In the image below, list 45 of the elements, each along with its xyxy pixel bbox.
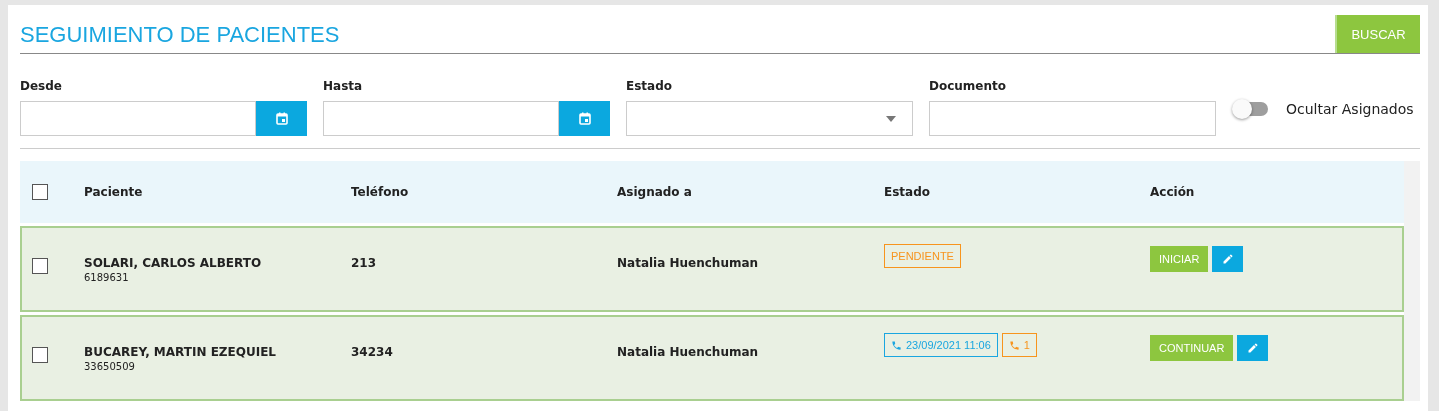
- pencil-icon: [1221, 253, 1234, 265]
- toggle-switch[interactable]: [1234, 102, 1268, 116]
- row-checkbox[interactable]: [32, 258, 48, 274]
- date-field[interactable]: [20, 101, 256, 136]
- scrollbar[interactable]: [1404, 161, 1420, 401]
- column-header: Teléfono: [351, 185, 410, 199]
- toggle-label: Ocultar Asignados: [1286, 101, 1414, 117]
- calendar-button[interactable]: [256, 101, 307, 136]
- calendar-icon: [275, 112, 288, 125]
- patient-document: 33650509: [84, 361, 136, 372]
- status-tag: PENDIENTE: [884, 244, 961, 268]
- action-button[interactable]: CONTINUAR: [1150, 335, 1234, 361]
- column-header: Paciente: [84, 185, 144, 199]
- assigned-cell-text: Natalia Huenchuman: [617, 345, 760, 359]
- patient-document: 6189631: [84, 272, 130, 283]
- assigned-cell-text: Natalia Huenchuman: [617, 256, 760, 270]
- edit-button[interactable]: [1237, 335, 1269, 361]
- phone-icon: [1008, 339, 1020, 351]
- column-header: Asignado a: [617, 185, 693, 199]
- status-tag: 1: [1001, 333, 1037, 357]
- caret-icon: [886, 115, 896, 122]
- field-label: Desde: [20, 79, 63, 93]
- pencil-icon: [1246, 342, 1259, 354]
- field-label: Estado: [626, 79, 673, 93]
- phone-cell-text: 213: [351, 256, 378, 270]
- patient-name: SOLARI, CARLOS ALBERTO: [84, 256, 263, 270]
- column-header: Estado: [884, 185, 931, 199]
- field-label: Documento: [929, 79, 1008, 93]
- field-label: Hasta: [323, 79, 364, 93]
- select-all-checkbox[interactable]: [32, 184, 48, 200]
- row-checkbox[interactable]: [32, 347, 48, 363]
- status-dropdown[interactable]: [626, 101, 913, 136]
- edit-button[interactable]: [1212, 246, 1244, 272]
- calendar-button[interactable]: [559, 101, 610, 136]
- calendar-icon: [578, 112, 591, 125]
- status-tag: 23/09/2021 11:06: [884, 333, 998, 357]
- patient-name: BUCAREY, MARTIN EZEQUIEL: [84, 345, 277, 359]
- page-title: SEGUIMIENTO DE PACIENTES: [20, 22, 340, 48]
- document-field[interactable]: [929, 101, 1216, 136]
- phone-icon: [891, 339, 902, 351]
- action-button[interactable]: INICIAR: [1150, 246, 1209, 272]
- search-button[interactable]: BUSCAR: [1335, 15, 1420, 53]
- phone-cell-text: 34234: [351, 345, 394, 359]
- column-header: Acción: [1150, 185, 1196, 199]
- date-field[interactable]: [323, 101, 559, 136]
